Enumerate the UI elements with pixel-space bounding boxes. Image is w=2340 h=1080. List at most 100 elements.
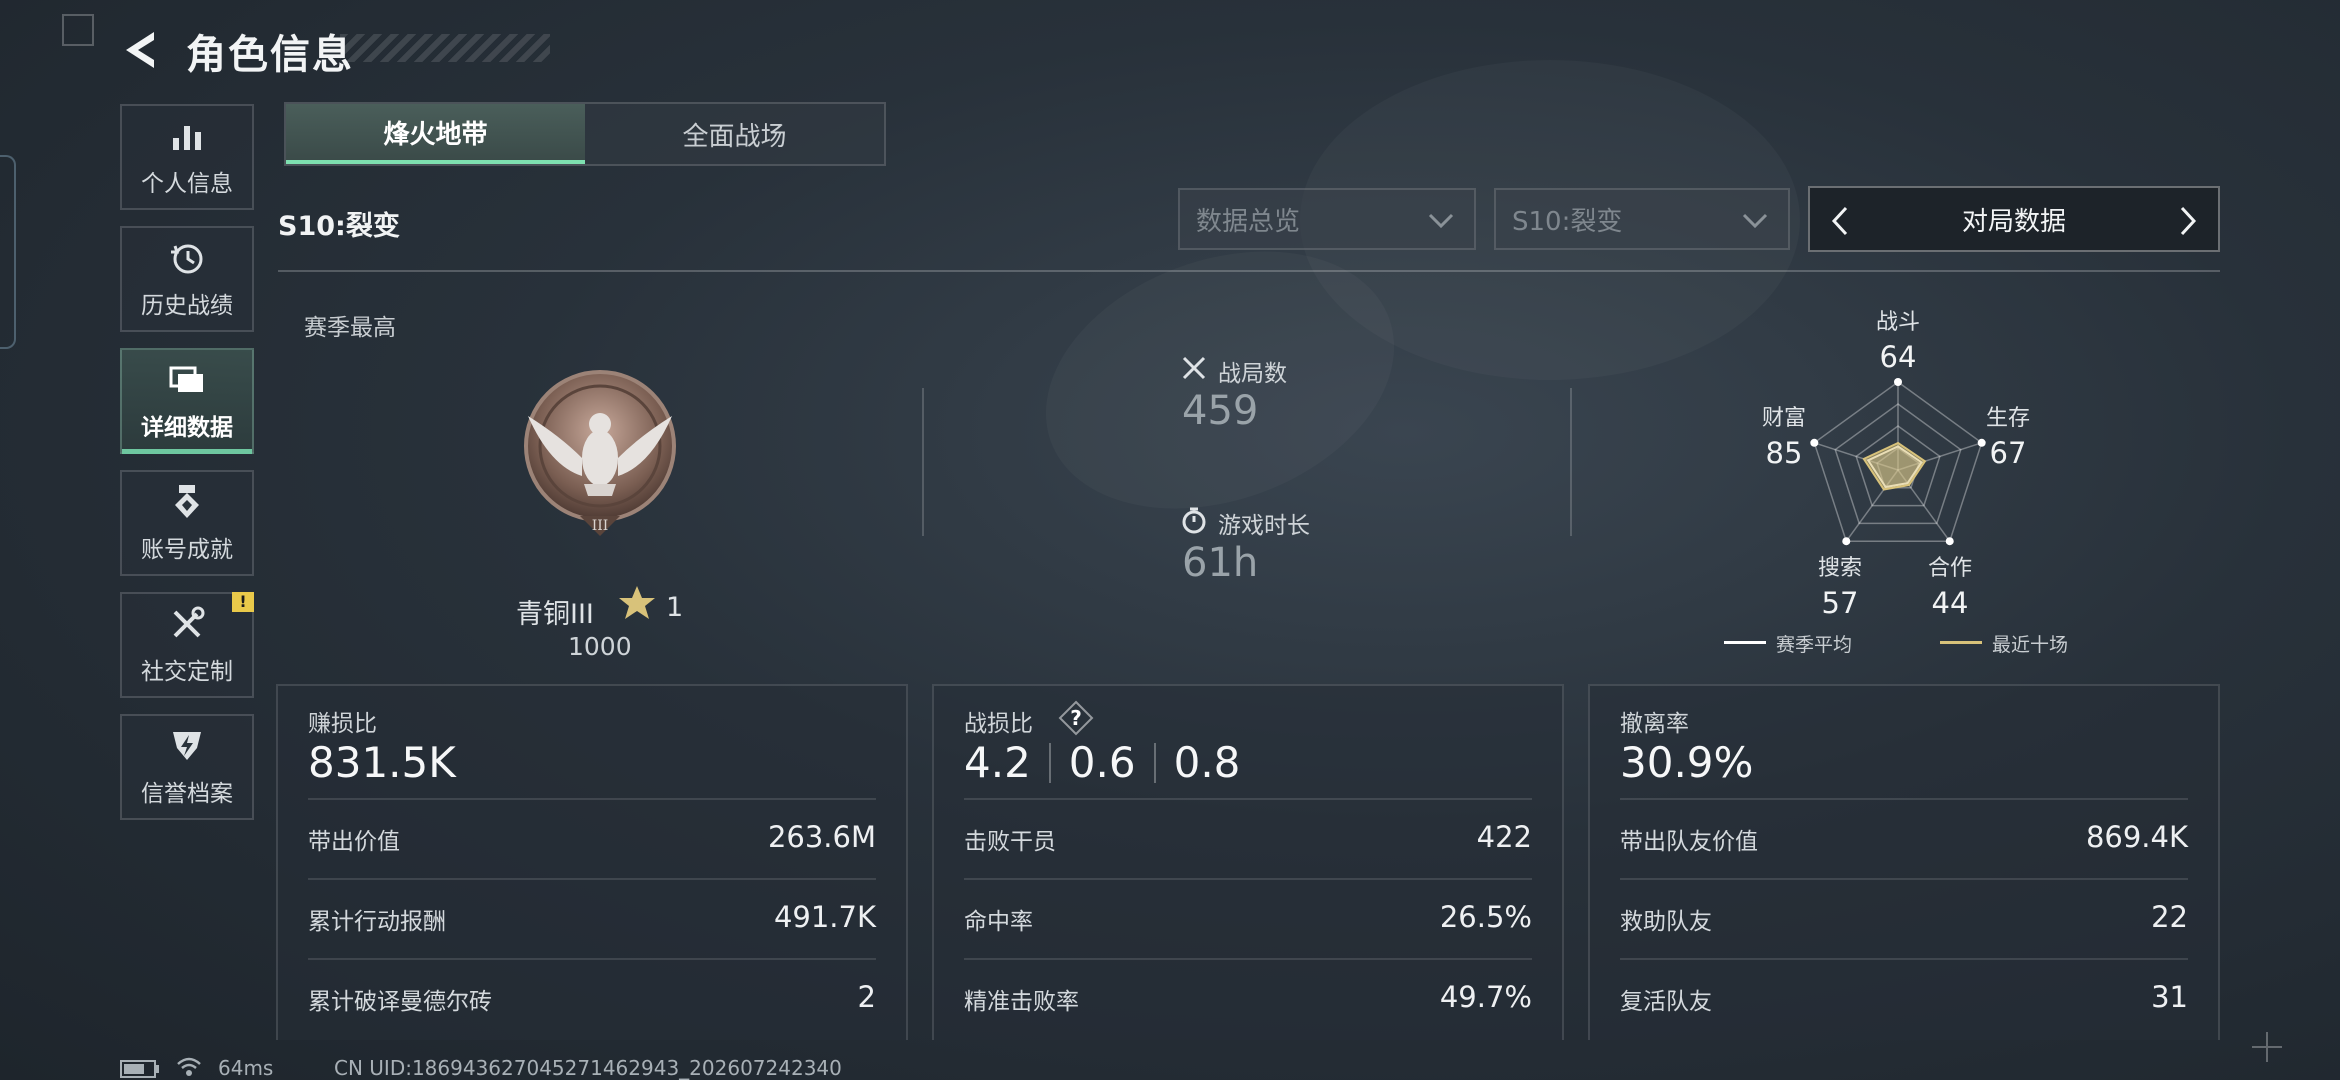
legend-label-recent: 最近十场 [1992, 634, 2069, 656]
sidebar-item-reputation[interactable]: 信誉档案 [120, 714, 254, 820]
stat-key: 精准击败率 [964, 989, 1079, 1015]
season-label: S10:裂变 [278, 211, 400, 242]
sidebar-item-label: 信誉档案 [141, 781, 233, 807]
tab-full-battlefield[interactable]: 全面战场 [585, 104, 884, 164]
plus-icon [2252, 1032, 2282, 1062]
star-icon [619, 586, 655, 619]
battery-icon [120, 1060, 159, 1078]
radar-axis-dot [1894, 378, 1902, 386]
stat-value: 26.5% [1439, 900, 1532, 934]
sidebar-item-history[interactable]: 历史战绩 [120, 226, 254, 332]
rank-star-count: 1 [666, 592, 684, 623]
sidebar-item-label: 历史战绩 [141, 293, 233, 319]
radar-value-survival: 67 [1989, 436, 2027, 470]
svg-text:III: III [592, 518, 609, 534]
kd-value: 4.2 [964, 738, 1031, 787]
sidebar-item-personal-info[interactable]: 个人信息 [120, 104, 254, 210]
sidebar-item-social-custom[interactable]: 社交定制 ! [120, 592, 254, 698]
folders-icon [169, 366, 203, 392]
stopwatch-icon [1182, 507, 1206, 534]
dropdown-value: S10:裂变 [1512, 206, 1623, 237]
left-edge-handle [0, 155, 16, 349]
stat-value: 491.7K [773, 900, 876, 934]
mode-tabs: 烽火地带 全面战场 [284, 102, 886, 166]
card-label: 撤离率 [1620, 711, 1689, 737]
bar-chart-icon [173, 126, 201, 150]
sidebar-item-label: 个人信息 [141, 171, 233, 197]
sidebar-item-achievements[interactable]: 账号成就 [120, 470, 254, 576]
stat-row: 精准击败率 49.7% [964, 958, 1532, 1038]
divider [1048, 742, 1051, 783]
chevron-left-icon[interactable] [1824, 204, 1858, 238]
kd-values: 4.2 0.6 0.8 [964, 738, 1240, 787]
stat-value: 263.6M [767, 820, 876, 854]
notification-badge: ! [232, 592, 254, 612]
stat-row: 累计破译曼德尔砖 2 [308, 958, 876, 1038]
rank-name: 青铜III [516, 599, 594, 630]
wifi-icon [177, 1057, 201, 1076]
card-value: 831.5K [308, 738, 456, 787]
sidebar-item-label: 社交定制 [141, 659, 233, 685]
sidebar-item-label: 详细数据 [141, 415, 233, 441]
tab-warzone[interactable]: 烽火地带 [286, 104, 585, 164]
stat-value: 49.7% [1439, 980, 1532, 1014]
profit-card: 赚损比 831.5K 带出价值 263.6M 累计行动报酬 491.7K 累计破译曼… [276, 684, 908, 1040]
season-best-label: 赛季最高 [304, 315, 396, 341]
legend-swatch-season-avg [1724, 641, 1766, 644]
legend-swatch-recent [1940, 641, 1982, 644]
combat-card: 战损比 ? 4.2 0.6 0.8 击败干员 422 命中率 26.5% 精准击败率… [932, 684, 1564, 1040]
kd-value: 0.8 [1173, 738, 1241, 787]
help-icon[interactable]: ? [1058, 700, 1094, 736]
stat-value: 22 [2151, 900, 2188, 934]
extract-card: 撤离率 30.9% 带出队友价值 869.4K 救助队友 22 复活队友 31 [1588, 684, 2220, 1040]
corner-box [62, 14, 94, 46]
stat-row: 救助队友 22 [1620, 878, 2188, 958]
radar-label-search: 搜索 [1817, 556, 1862, 581]
divider [1570, 388, 1572, 536]
stat-row: 带出队友价值 869.4K [1620, 798, 2188, 878]
help-glyph: ? [1070, 706, 1082, 730]
card-value: 30.9% [1620, 738, 1754, 787]
card-label: 战损比 [964, 711, 1033, 737]
playtime-value: 61h [1182, 540, 1259, 586]
tools-icon [173, 606, 205, 638]
sidebar-item-detailed-data[interactable]: 详细数据 [120, 348, 254, 454]
stat-key: 命中率 [964, 909, 1033, 935]
stat-key: 复活队友 [1620, 989, 1712, 1015]
matches-label: 战局数 [1218, 361, 1287, 387]
overview-dropdown[interactable]: 数据总览 [1178, 188, 1476, 250]
divider [922, 388, 924, 536]
back-arrow-icon[interactable] [118, 28, 162, 72]
radar-value-wealth: 85 [1765, 436, 1803, 470]
stat-row: 击败干员 422 [964, 798, 1532, 878]
radar-label-wealth: 财富 [1761, 406, 1806, 431]
rank-score: 1000 [568, 632, 632, 661]
uid-text: CN UID:1869436270452714629​43_2026072423… [334, 1056, 842, 1080]
radar-value-combat: 64 [1879, 340, 1917, 374]
season-dropdown[interactable]: S10:裂变 [1494, 188, 1790, 250]
stat-key: 击败干员 [964, 829, 1056, 855]
chevron-down-icon [1428, 213, 1454, 229]
history-clock-icon [171, 244, 203, 274]
data-type-selector: 对局数据 [1808, 186, 2220, 252]
divider [278, 270, 2220, 272]
radar-axis-dot [1842, 537, 1851, 546]
stat-value: 869.4K [2085, 820, 2188, 854]
page-title: 角色信息 [186, 32, 354, 78]
stat-value: 2 [857, 980, 876, 1014]
radar-value-cooperation: 44 [1931, 586, 1969, 620]
stat-key: 带出队友价值 [1620, 829, 1758, 855]
radar-series-recent [1862, 441, 1927, 491]
ping-text: 64ms [218, 1056, 274, 1080]
matches-value: 459 [1182, 388, 1259, 434]
stat-value: 31 [2151, 980, 2188, 1014]
chevron-right-icon[interactable] [2170, 204, 2204, 238]
playtime-label: 游戏时长 [1218, 513, 1310, 539]
dropdown-value: 数据总览 [1196, 206, 1301, 237]
radar-label-combat: 战斗 [1875, 310, 1920, 335]
stat-row: 累计行动报酬 491.7K [308, 878, 876, 958]
shield-bolt-icon [173, 732, 201, 760]
stat-row: 带出价值 263.6M [308, 798, 876, 878]
stat-row: 复活队友 31 [1620, 958, 2188, 1038]
rank-badge-icon: III [524, 370, 676, 536]
